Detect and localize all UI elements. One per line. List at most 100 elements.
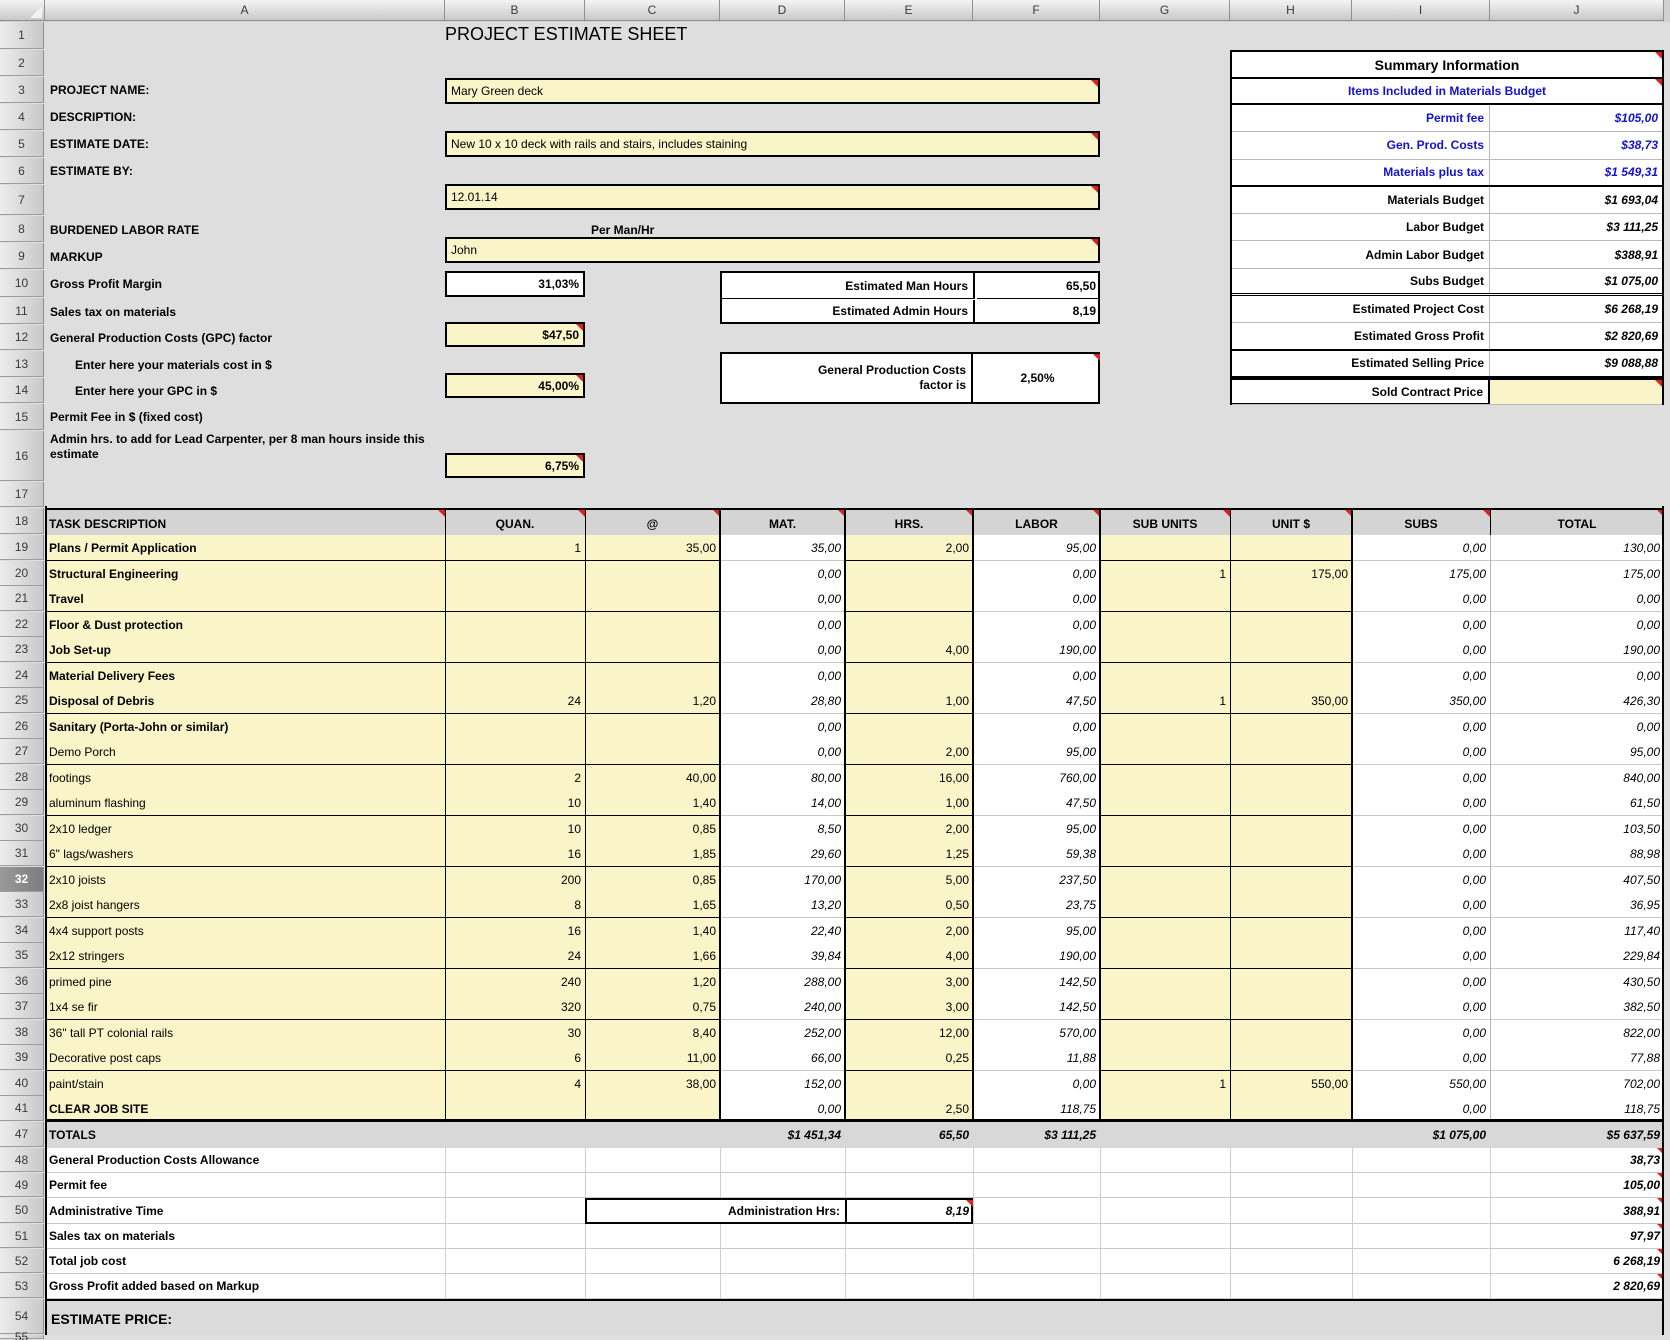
cell-E28[interactable]: 16,00: [845, 765, 973, 791]
cell-A33[interactable]: 2x8 joist hangers: [45, 892, 445, 918]
cell-D25[interactable]: 28,80: [720, 688, 845, 714]
cell-G36[interactable]: [1100, 969, 1230, 995]
cell-C37[interactable]: 0,75: [585, 994, 720, 1020]
row-header-11[interactable]: 11: [0, 298, 44, 324]
cell-E30[interactable]: 2,00: [845, 816, 973, 842]
cell-J23[interactable]: 190,00: [1490, 637, 1664, 663]
row-header-9[interactable]: 9: [0, 243, 44, 269]
cell-H35[interactable]: [1230, 943, 1352, 969]
summary-value-0[interactable]: $105,00: [1490, 105, 1662, 131]
row-header-33[interactable]: 33: [0, 892, 44, 917]
cell-A20[interactable]: Structural Engineering: [45, 561, 445, 587]
column-header-D[interactable]: D: [720, 0, 845, 21]
cell-A19[interactable]: Plans / Permit Application: [45, 535, 445, 561]
cell-C38[interactable]: 8,40: [585, 1020, 720, 1046]
cell-H25[interactable]: 350,00: [1230, 688, 1352, 714]
cell-B34[interactable]: 16: [445, 918, 585, 944]
cell-J33[interactable]: 36,95: [1490, 892, 1664, 918]
cell-G28[interactable]: [1100, 765, 1230, 791]
cell-C34[interactable]: 1,40: [585, 918, 720, 944]
administration-hrs-value[interactable]: 8,19: [849, 1200, 973, 1222]
cell-E35[interactable]: 4,00: [845, 943, 973, 969]
cell-G39[interactable]: [1100, 1045, 1230, 1071]
cell-F25[interactable]: 47,50: [973, 688, 1100, 714]
bottom-label-53[interactable]: Gross Profit added based on Markup: [45, 1274, 445, 1298]
cell-H19[interactable]: [1230, 535, 1352, 561]
cell-B39[interactable]: 6: [445, 1045, 585, 1071]
cell-F26[interactable]: 0,00: [973, 714, 1100, 740]
row-header-29[interactable]: 29: [0, 790, 44, 815]
cell-G23[interactable]: [1100, 637, 1230, 663]
cell-B28[interactable]: 2: [445, 765, 585, 791]
cell-I37[interactable]: 0,00: [1352, 994, 1490, 1020]
row-header-51[interactable]: 51: [0, 1224, 44, 1248]
cell-E33[interactable]: 0,50: [845, 892, 973, 918]
summary-value-3[interactable]: $1 693,04: [1490, 187, 1662, 213]
cell-C27[interactable]: [585, 739, 720, 765]
cell-I35[interactable]: 0,00: [1352, 943, 1490, 969]
column-header-C[interactable]: C: [585, 0, 720, 21]
summary-value-5[interactable]: $388,91: [1490, 241, 1662, 267]
bottom-total-53[interactable]: 2 820,69: [1490, 1274, 1664, 1298]
cell-A35[interactable]: 2x12 stringers: [45, 943, 445, 969]
cell-C39[interactable]: 11,00: [585, 1045, 720, 1071]
cell-D36[interactable]: 288,00: [720, 969, 845, 995]
row-header-18[interactable]: 18: [0, 508, 44, 534]
markup-cell[interactable]: 45,00%: [445, 373, 585, 398]
cell-J40[interactable]: 702,00: [1490, 1071, 1664, 1097]
cell-B25[interactable]: 24: [445, 688, 585, 714]
column-header-E[interactable]: E: [845, 0, 973, 21]
column-header-F[interactable]: F: [973, 0, 1100, 21]
totals-subs[interactable]: $1 075,00: [1352, 1122, 1490, 1148]
cell-H23[interactable]: [1230, 637, 1352, 663]
column-header-I[interactable]: I: [1352, 0, 1490, 21]
cell-B19[interactable]: 1: [445, 535, 585, 561]
cell-B32[interactable]: 200: [445, 867, 585, 893]
cell-C36[interactable]: 1,20: [585, 969, 720, 995]
row-header-49[interactable]: 49: [0, 1173, 44, 1197]
row-header-14[interactable]: 14: [0, 378, 44, 403]
column-title-4[interactable]: HRS.: [845, 510, 973, 537]
bottom-label-48[interactable]: General Production Costs Allowance: [45, 1148, 445, 1172]
select-all-corner[interactable]: [0, 0, 45, 21]
cell-C33[interactable]: 1,65: [585, 892, 720, 918]
totals-labor[interactable]: $3 111,25: [973, 1122, 1100, 1148]
cell-G29[interactable]: [1100, 790, 1230, 816]
row-header-55[interactable]: 55: [0, 1335, 44, 1339]
man-hours-value[interactable]: 65,50: [977, 273, 1100, 299]
cell-E19[interactable]: 2,00: [845, 535, 973, 561]
cell-C35[interactable]: 1,66: [585, 943, 720, 969]
cell-G37[interactable]: [1100, 994, 1230, 1020]
row-header-5[interactable]: 5: [0, 131, 44, 157]
row-header-47[interactable]: 47: [0, 1122, 44, 1147]
cell-E23[interactable]: 4,00: [845, 637, 973, 663]
summary-value-1[interactable]: $38,73: [1490, 132, 1662, 158]
totals-total[interactable]: $5 637,59: [1490, 1122, 1664, 1148]
field-value-0[interactable]: Mary Green deck: [445, 78, 1100, 104]
cell-I33[interactable]: 0,00: [1352, 892, 1490, 918]
column-title-5[interactable]: LABOR: [973, 510, 1100, 537]
cell-A36[interactable]: primed pine: [45, 969, 445, 995]
cell-E31[interactable]: 1,25: [845, 841, 973, 867]
totals-hrs[interactable]: 65,50: [845, 1122, 973, 1148]
column-title-0[interactable]: TASK DESCRIPTION: [45, 510, 445, 537]
row-header-1[interactable]: 1: [0, 22, 44, 49]
cell-B22[interactable]: [445, 612, 585, 638]
row-header-40[interactable]: 40: [0, 1071, 44, 1096]
cell-H40[interactable]: 550,00: [1230, 1071, 1352, 1097]
cell-F30[interactable]: 95,00: [973, 816, 1100, 842]
cell-I20[interactable]: 175,00: [1352, 561, 1490, 587]
cell-I39[interactable]: 0,00: [1352, 1045, 1490, 1071]
cell-H38[interactable]: [1230, 1020, 1352, 1046]
cell-A39[interactable]: Decorative post caps: [45, 1045, 445, 1071]
cell-F19[interactable]: 95,00: [973, 535, 1100, 561]
cell-F21[interactable]: 0,00: [973, 586, 1100, 612]
cell-H31[interactable]: [1230, 841, 1352, 867]
row-header-35[interactable]: 35: [0, 943, 44, 968]
row-header-17[interactable]: 17: [0, 482, 44, 507]
row-header-36[interactable]: 36: [0, 969, 44, 994]
cell-A38[interactable]: 36" tall PT colonial rails: [45, 1020, 445, 1046]
bottom-total-52[interactable]: 6 268,19: [1490, 1249, 1664, 1273]
row-header-22[interactable]: 22: [0, 612, 44, 637]
cell-A23[interactable]: Job Set-up: [45, 637, 445, 663]
